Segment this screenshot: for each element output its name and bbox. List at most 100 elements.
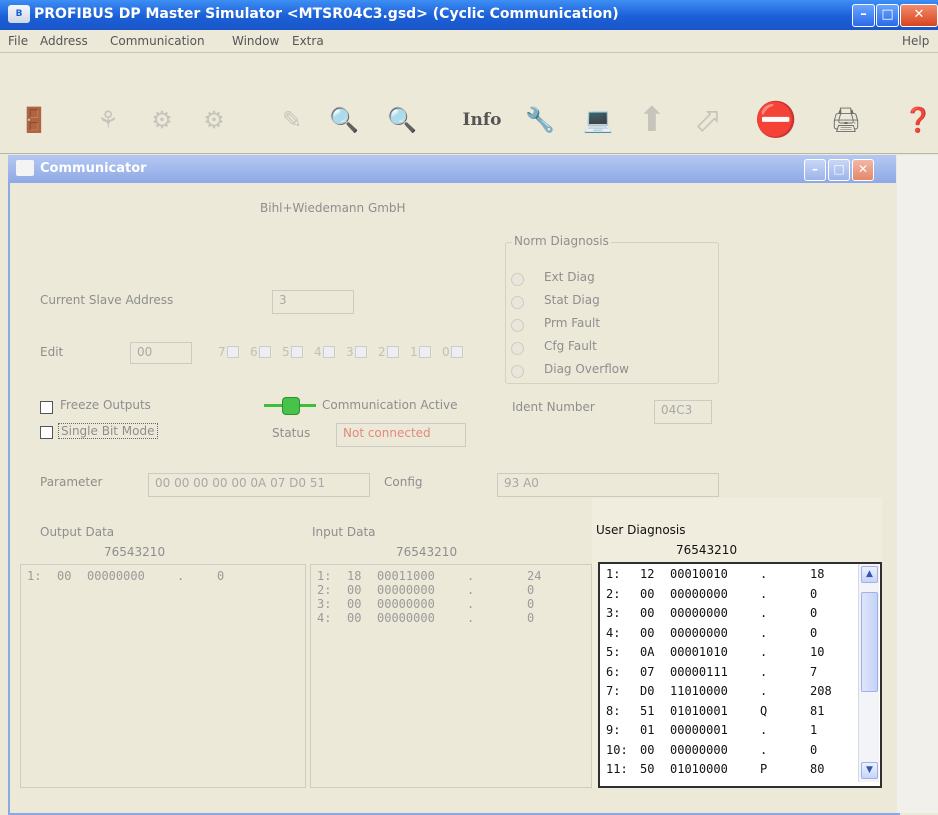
cell-chr: Q: [760, 703, 768, 718]
cell-dec: 208: [810, 684, 832, 698]
bit-7-checkbox[interactable]: [227, 346, 239, 358]
status-field: Not connected: [336, 423, 466, 447]
menu-address[interactable]: Address: [40, 34, 88, 48]
communicator-maximize-button[interactable]: □: [828, 159, 850, 181]
menu-extra[interactable]: Extra: [292, 34, 324, 48]
cfg-fault-label: Cfg Fault: [544, 339, 597, 353]
communicator-icon: [16, 160, 34, 176]
cell-dec: 7: [810, 664, 818, 679]
cell-dec: 10: [810, 645, 825, 659]
info-button[interactable]: Info: [462, 100, 502, 140]
parameter-field: 00 00 00 00 00 0A 07 D0 51: [148, 473, 370, 497]
output-data-list[interactable]: 1: 00 00000000. 0: [20, 564, 306, 788]
search-dim-icon[interactable]: 🔍: [324, 100, 364, 140]
device-icon[interactable]: 🖨: [826, 100, 866, 140]
communicator-close-button[interactable]: ✕: [852, 159, 874, 181]
arrow-up-icon[interactable]: ⬆: [632, 100, 672, 140]
bit-3-checkbox[interactable]: [355, 346, 367, 358]
cfg-fault-indicator: [511, 342, 524, 355]
scroll-down-icon[interactable]: ▼: [861, 762, 878, 779]
menu-file[interactable]: File: [8, 34, 28, 48]
cell-bin: 00001010: [670, 645, 728, 659]
cell-hex: D0: [640, 684, 655, 698]
list-item: 6: 07 00000111. 7: [606, 665, 850, 679]
tools-icon[interactable]: 🔧: [520, 100, 560, 140]
bit-6-checkbox[interactable]: [259, 346, 271, 358]
user-diagnosis-list[interactable]: 1: 12 00010010. 18 2: 00 00000000. 0 3: 00 0000000…: [598, 562, 882, 788]
list-item: 9: 01 00000001. 1: [606, 723, 850, 737]
app-title-bar: B PROFIBUS DP Master Simulator <MTSR04C3…: [0, 0, 938, 30]
scroll-thumb[interactable]: [861, 592, 878, 692]
single-bit-mode-checkbox[interactable]: [40, 426, 53, 439]
bit-5-checkbox[interactable]: [291, 346, 303, 358]
scroll-up-icon[interactable]: ▲: [861, 566, 878, 583]
cell-idx: 9:: [606, 723, 621, 737]
bit-0-label: 0: [442, 345, 450, 359]
cell-chr: .: [760, 723, 768, 737]
freeze-outputs-checkbox[interactable]: [40, 401, 53, 414]
ext-diag-label: Ext Diag: [544, 270, 595, 284]
search-icon[interactable]: 🔍: [382, 100, 422, 140]
app-title: PROFIBUS DP Master Simulator <MTSR04C3.g…: [34, 6, 619, 22]
help-icon[interactable]: ❓: [898, 100, 938, 140]
cell-hex: 0A: [640, 645, 655, 659]
list-item: 4: 00 00000000. 0: [606, 626, 850, 640]
settings-icon[interactable]: ⚙: [194, 100, 234, 140]
user-diagnosis-title: User Diagnosis: [596, 523, 686, 537]
cell-chr: .: [760, 586, 768, 601]
maximize-button[interactable]: □: [876, 4, 899, 27]
cell-hex: 00: [640, 742, 655, 757]
cell-dec: 18: [810, 567, 825, 581]
list-item: 2: 00 00000000. 0: [606, 587, 850, 601]
bit-4-checkbox[interactable]: [323, 346, 335, 358]
communication-active-label: Communication Active: [322, 398, 458, 412]
user-diagnosis-scrollbar[interactable]: ▲ ▼: [858, 564, 879, 782]
cell-chr: .: [760, 606, 768, 620]
bit-4-label: 4: [314, 345, 322, 359]
freeze-outputs-label: Freeze Outputs: [60, 398, 151, 412]
cell-idx: 2:: [606, 586, 621, 601]
stop-icon[interactable]: ⛔: [755, 100, 797, 140]
cell-hex: 00: [640, 586, 655, 601]
cell-bin: 00000000: [670, 742, 728, 757]
edit-field[interactable]: 00: [130, 342, 192, 364]
cell-hex: 51: [640, 703, 655, 718]
list-item: 7: D0 11010000. 208: [606, 684, 850, 698]
input-data-list[interactable]: 1: 18 00011000. 24 2: 00 00000000. 0 3: 00 00000…: [310, 564, 592, 788]
menu-window[interactable]: Window: [232, 34, 279, 48]
toolbar: 🚪 ⚘ ⚙ ⚙ ✎ 🔍 🔍 Info 🔧 💻 ⬆ ⬀ ⛔ 🖨 ❓: [0, 53, 938, 154]
cell-idx: 10:: [606, 742, 628, 757]
prm-fault-indicator: [511, 319, 524, 332]
menu-help[interactable]: Help: [902, 34, 929, 48]
status-label: Status: [272, 426, 311, 440]
eraser-icon[interactable]: ✎: [272, 100, 312, 140]
cell-bin: 00000111: [670, 664, 728, 679]
close-button[interactable]: ✕: [900, 4, 938, 27]
arrow-up-right-icon[interactable]: ⬀: [688, 100, 728, 140]
bit-1-checkbox[interactable]: [419, 346, 431, 358]
cell-bin: 11010000: [670, 684, 728, 698]
list-item: 10: 00 00000000. 0: [606, 743, 850, 757]
connect-icon[interactable]: ⚘: [88, 100, 128, 140]
input-data-bit-header: 76543210: [396, 545, 458, 559]
exit-door-icon[interactable]: 🚪: [14, 100, 54, 140]
single-bit-mode-label: Single Bit Mode: [58, 423, 158, 439]
bit-0-checkbox[interactable]: [451, 346, 463, 358]
communicator-minimize-button[interactable]: –: [804, 159, 826, 181]
norm-diagnosis-title: Norm Diagnosis: [512, 234, 611, 248]
list-item: 3: 00 00000000. 0: [606, 606, 850, 620]
current-slave-address-field[interactable]: 3: [272, 290, 354, 314]
gear-icon[interactable]: ⚙: [142, 100, 182, 140]
menu-communication[interactable]: Communication: [110, 34, 205, 48]
communication-status-icon: [264, 397, 316, 415]
cell-idx: 5:: [606, 645, 621, 659]
output-data-title: Output Data: [40, 525, 115, 539]
minimize-button[interactable]: –: [852, 4, 875, 27]
list-item: 1: 12 00010010. 18: [606, 567, 850, 581]
list-item: 1: 18 00011000. 24: [317, 569, 542, 583]
cell-idx: 8:: [606, 703, 621, 718]
cell-chr: .: [760, 645, 768, 659]
monitor-icon[interactable]: 💻: [578, 100, 618, 140]
bit-1-label: 1: [410, 345, 418, 359]
bit-2-checkbox[interactable]: [387, 346, 399, 358]
